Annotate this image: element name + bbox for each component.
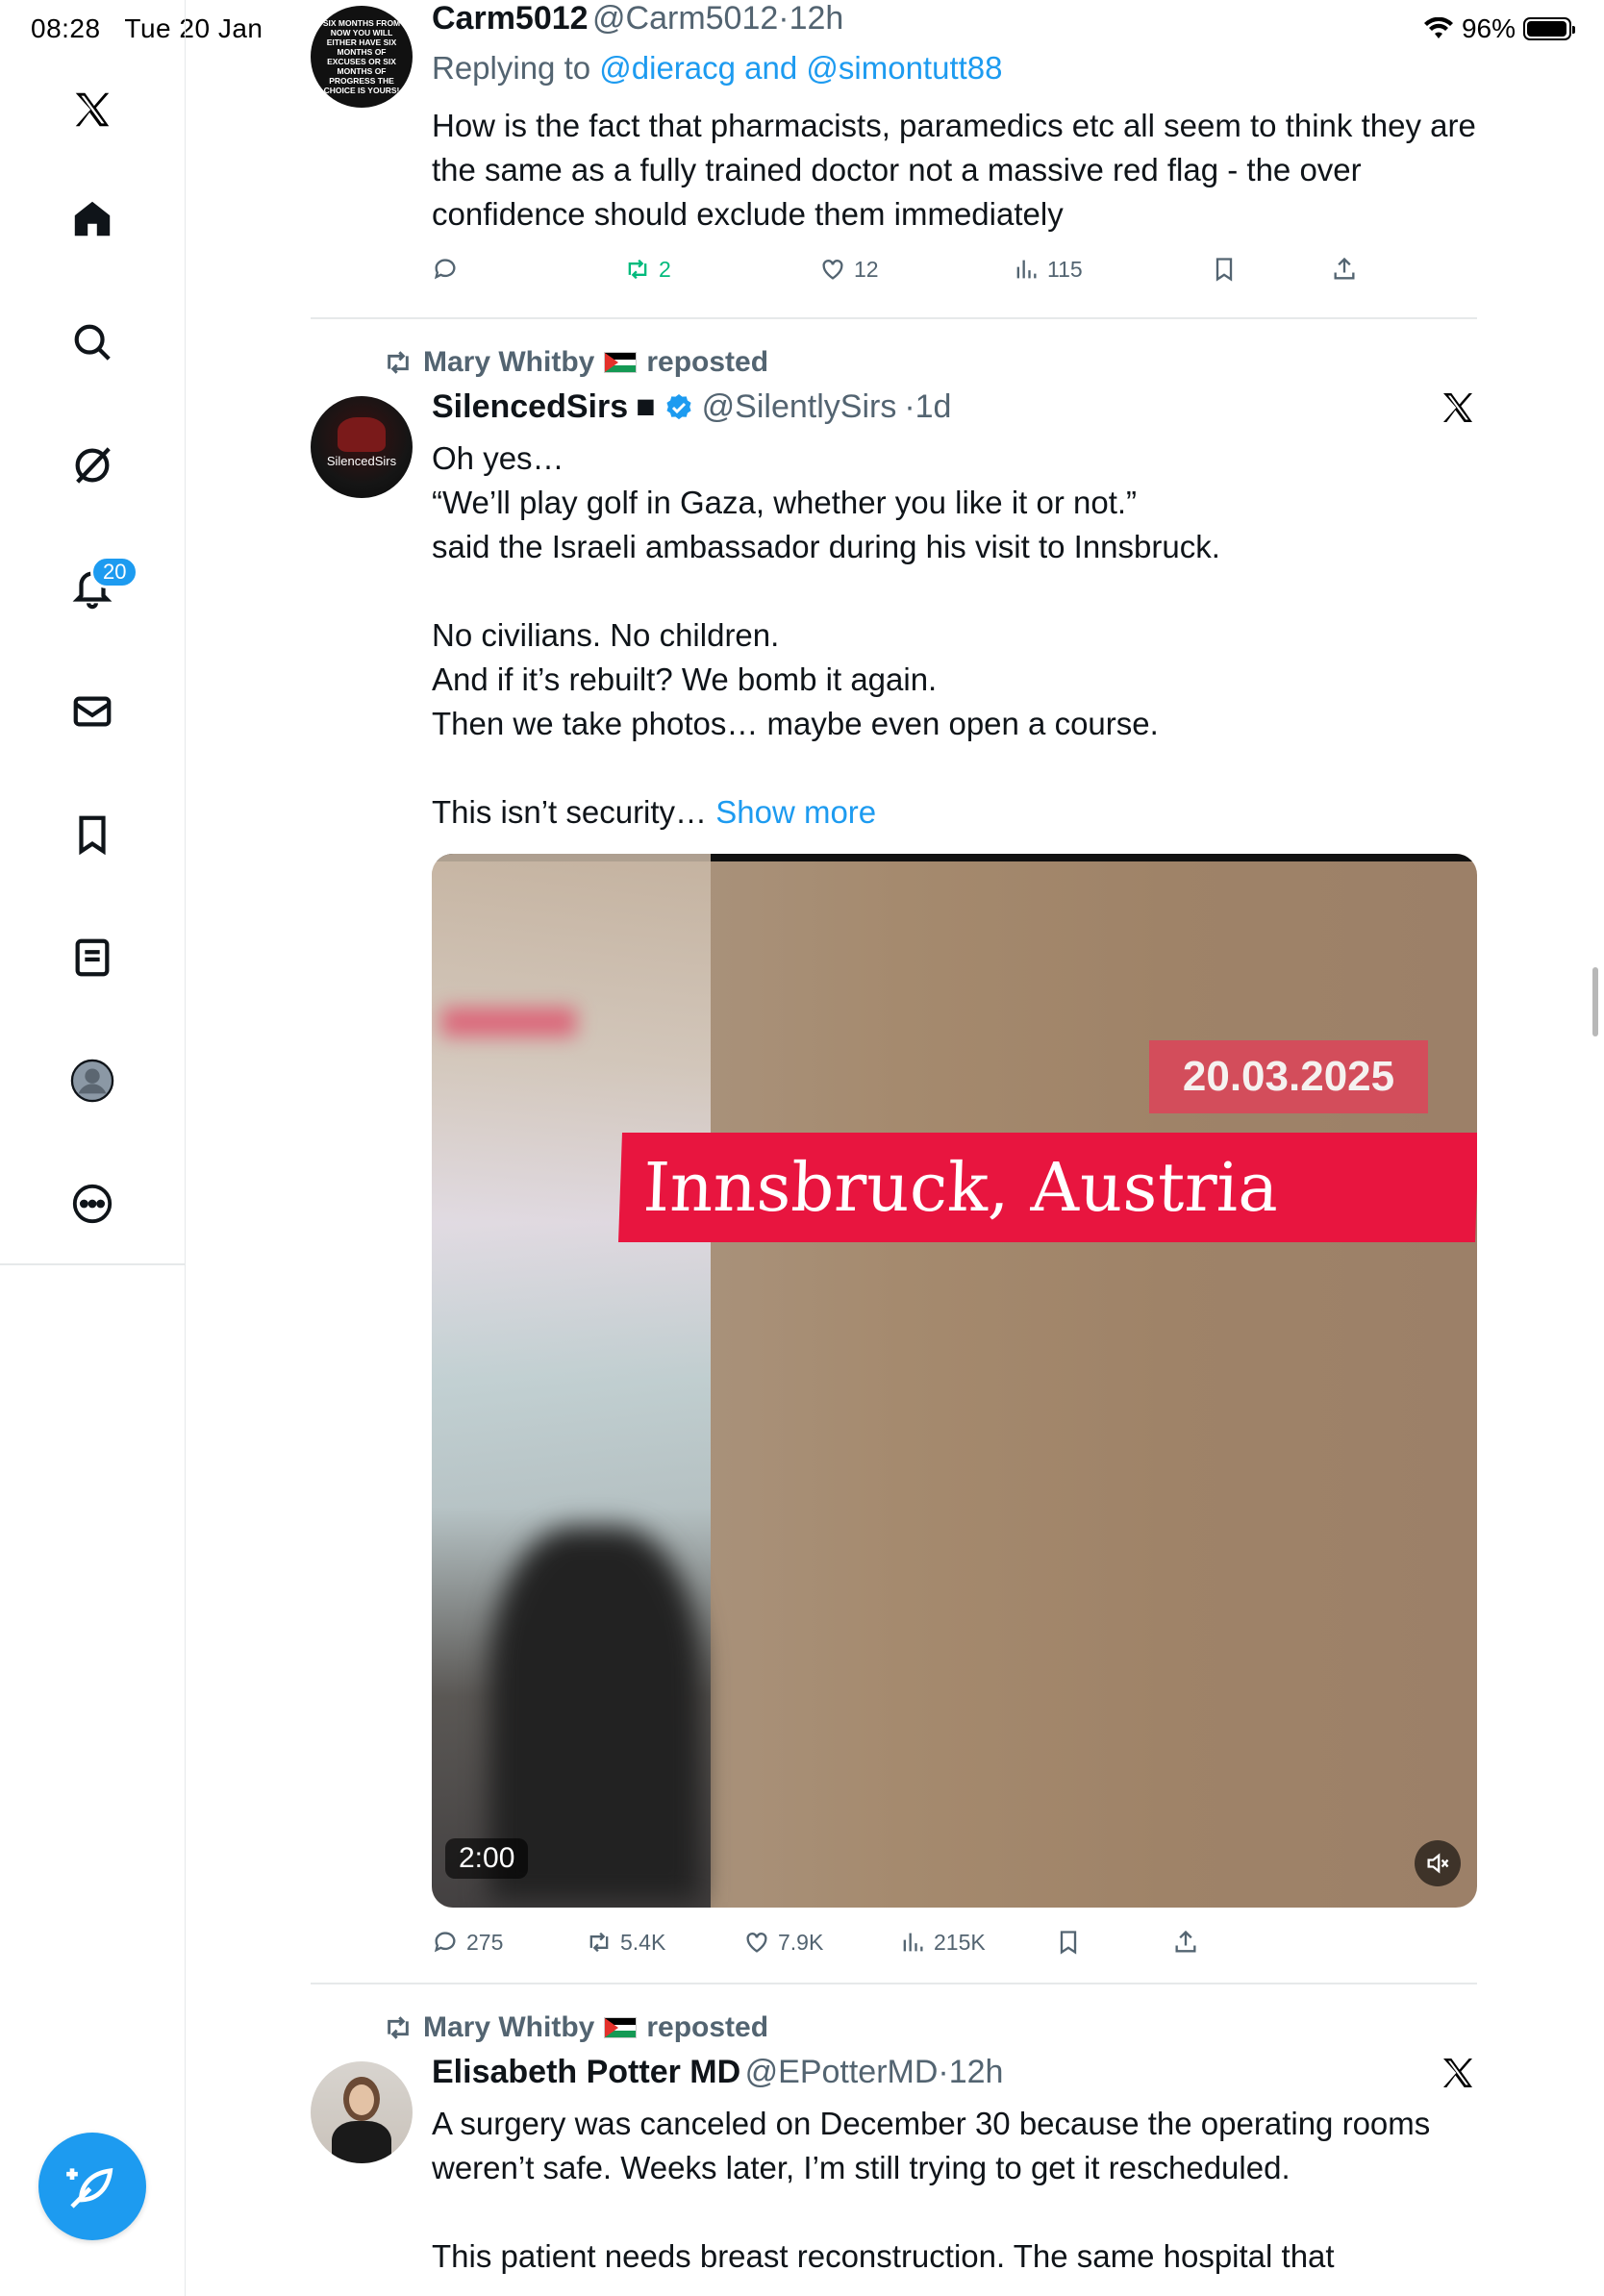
video-duration: 2:00 — [445, 1838, 529, 1879]
reply-button[interactable]: 275 — [432, 1929, 503, 1956]
tweet-time: ·1d — [904, 388, 952, 425]
author-name[interactable]: Elisabeth Potter MD — [432, 2054, 740, 2090]
tweet-actions: 275 5.4K 7.9K 215K — [432, 1925, 1480, 1963]
mute-button[interactable] — [1415, 1840, 1461, 1886]
replying-to: Replying to @dieracg and @simontutt88 — [432, 50, 1003, 86]
reply-icon — [434, 1932, 456, 1953]
repost-button[interactable]: 5.4K — [586, 1929, 665, 1956]
tweet-header: SilencedSirs ■ @SilentlySirs ·1d — [432, 388, 951, 426]
notifications-badge: 20 — [90, 556, 139, 588]
repost-icon — [589, 1932, 609, 1953]
repost-icon — [388, 2016, 409, 2039]
grok-icon[interactable] — [63, 437, 121, 494]
bookmarks-icon[interactable] — [63, 806, 121, 863]
avatar-body-shape — [332, 2121, 391, 2163]
lists-icon[interactable] — [63, 929, 121, 986]
author-handle[interactable]: @SilentlySirs — [702, 388, 897, 426]
reply-icon — [434, 259, 456, 280]
profile-avatar-icon[interactable] — [63, 1052, 121, 1110]
author-handle[interactable]: @EPotterMD — [745, 2054, 939, 2090]
views-chart-icon — [903, 1933, 923, 1952]
share-icon — [1175, 1930, 1196, 1953]
views-chart-icon — [1016, 260, 1037, 279]
home-icon[interactable] — [63, 190, 121, 248]
avatar-figure-shape — [338, 417, 386, 452]
heart-icon — [822, 260, 843, 280]
tweet-time: ·12h — [938, 2054, 1004, 2090]
share-button[interactable] — [1172, 1929, 1199, 1956]
battery-icon — [1523, 17, 1575, 40]
tweet-text: How is the fact that pharmacists, parame… — [432, 108, 1485, 232]
tweet-divider — [311, 1983, 1477, 1984]
bookmark-icon — [1060, 1931, 1077, 1955]
verified-badge-icon — [666, 393, 691, 419]
compose-post-button[interactable] — [38, 2133, 146, 2240]
repost-icon — [388, 351, 409, 374]
avatar-face-shape — [349, 2084, 374, 2115]
tweet-header: Carm5012 @Carm5012·12h — [432, 0, 843, 37]
show-more-link[interactable]: Show more — [715, 794, 876, 830]
x-logo-icon — [1443, 393, 1472, 422]
grok-x-button[interactable] — [1439, 2054, 1481, 2096]
messages-envelope-icon[interactable] — [63, 683, 121, 740]
author-name[interactable]: Carm5012 — [432, 0, 589, 37]
tweet-avatar[interactable]: SIX MONTHS FROM NOW YOU WILL EITHER HAVE… — [311, 6, 413, 108]
tweet-header: Elisabeth Potter MD @EPotterMD·12h — [432, 2054, 1003, 2091]
video-player[interactable]: 20.03.2025 Innsbruck, Austria 2:00 — [432, 854, 1477, 1908]
tweet-actions: 2 12 115 — [432, 252, 1480, 290]
replying-to-users-link[interactable]: @dieracg and @simontutt88 — [599, 50, 1002, 86]
tweet-avatar[interactable] — [311, 2061, 413, 2163]
wifi-icon — [1423, 17, 1453, 38]
like-button[interactable]: 12 — [819, 256, 879, 283]
bookmark-button[interactable] — [1055, 1929, 1082, 1956]
share-button[interactable] — [1331, 256, 1358, 283]
tweet-time: ·12h — [778, 0, 844, 37]
more-options-icon[interactable] — [63, 1175, 121, 1233]
battery-percent: 96% — [1461, 13, 1516, 43]
palestine-flag-icon — [604, 352, 638, 373]
bookmark-icon — [1216, 258, 1233, 282]
author-handle[interactable]: @Carm5012 — [592, 0, 778, 37]
tweet-text: Oh yes… “We’ll play golf in Gaza, whethe… — [432, 440, 1220, 830]
sidebar-divider — [0, 1263, 185, 1265]
tweet-avatar[interactable]: SilencedSirs — [311, 396, 413, 498]
views-button[interactable]: 215K — [899, 1929, 986, 1956]
heart-icon — [746, 1933, 767, 1953]
avatar-brand-text: SilencedSirs — [326, 454, 397, 468]
video-date-caption: 20.03.2025 — [1149, 1040, 1428, 1113]
compose-feather-icon — [66, 2167, 113, 2209]
status-right: 96% — [1423, 13, 1575, 44]
views-button[interactable]: 115 — [1013, 256, 1083, 283]
tweet-divider — [311, 317, 1477, 319]
video-location-caption: Innsbruck, Austria — [618, 1133, 1477, 1242]
bookmark-button[interactable] — [1211, 256, 1238, 283]
author-name[interactable]: SilencedSirs — [432, 388, 628, 426]
x-logo-icon — [1443, 2059, 1472, 2087]
grok-x-button[interactable] — [1439, 388, 1481, 431]
avatar-motivational-text: SIX MONTHS FROM NOW YOU WILL EITHER HAVE… — [322, 18, 401, 95]
repost-icon — [628, 259, 647, 280]
search-icon[interactable] — [63, 313, 121, 371]
palestine-flag-icon — [604, 2017, 638, 2038]
repost-attribution[interactable]: Mary Whitby reposted — [383, 346, 768, 379]
author-name-emoji: ■ — [636, 388, 656, 425]
tweet-text: A surgery was canceled on December 30 be… — [432, 2106, 1431, 2274]
like-button[interactable]: 7.9K — [743, 1929, 823, 1956]
video-blur-spot — [441, 1008, 576, 1036]
repost-attribution[interactable]: Mary Whitby reposted — [383, 2011, 768, 2044]
reply-button[interactable] — [432, 256, 459, 283]
scrollbar[interactable] — [1592, 967, 1598, 1036]
x-logo-icon[interactable] — [63, 81, 121, 138]
muted-speaker-icon — [1427, 1853, 1449, 1874]
share-icon — [1334, 257, 1355, 280]
repost-button[interactable]: 2 — [624, 256, 671, 283]
